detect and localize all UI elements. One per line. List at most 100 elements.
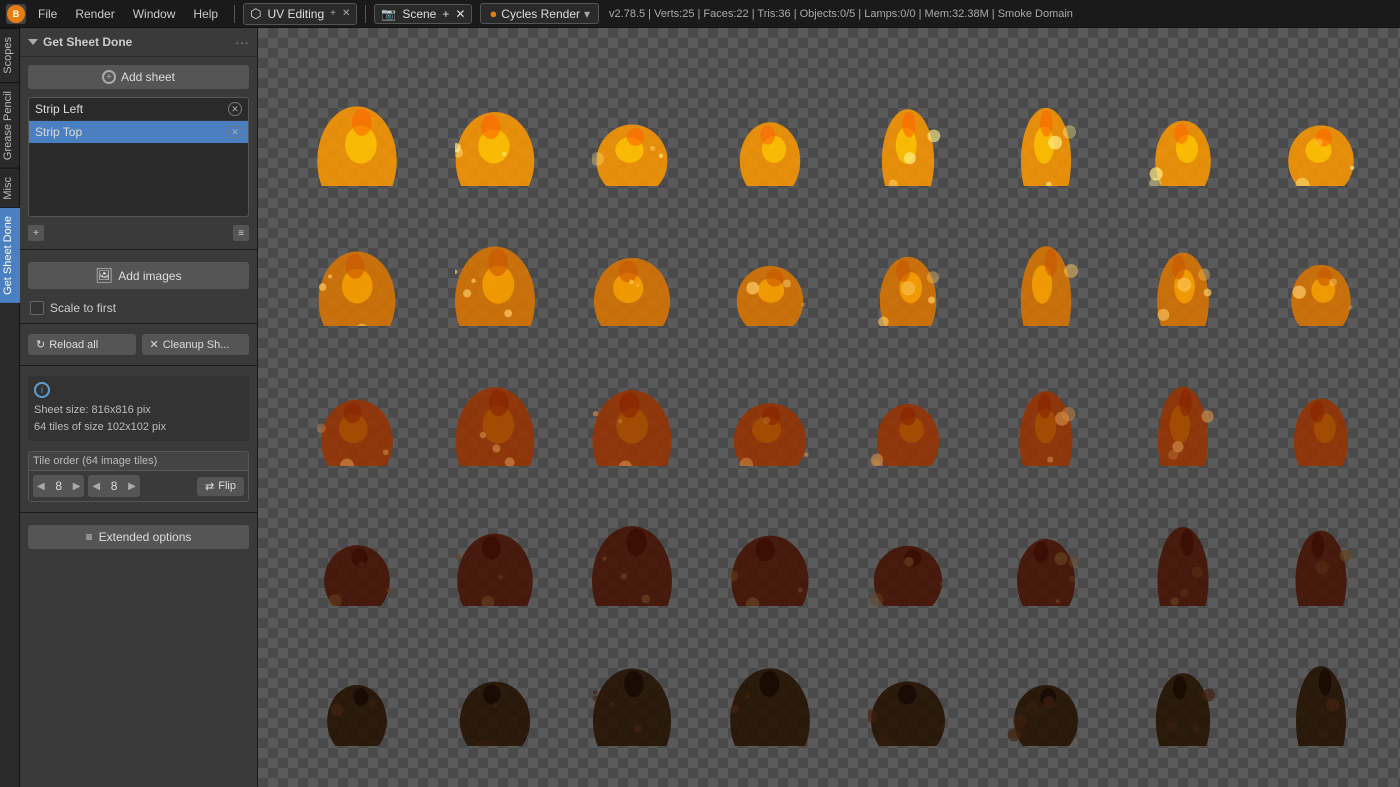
engine-dropdown-icon[interactable]: ▾: [584, 7, 590, 21]
scene-selector[interactable]: 📷 Scene + ✕: [374, 4, 472, 24]
scale-to-first-checkbox[interactable]: [30, 301, 44, 315]
uv-canvas[interactable]: [258, 28, 1400, 787]
flip-button[interactable]: ⇄ Flip: [197, 477, 244, 496]
workspace-selector[interactable]: ⬡ UV Editing + ✕: [243, 3, 357, 25]
tile-rows-increase[interactable]: ▶: [124, 481, 140, 492]
divider-2: [20, 323, 257, 324]
menu-file[interactable]: File: [30, 5, 65, 23]
action-buttons-row: ↻ Reload all ✕ Cleanup Sh...: [28, 334, 249, 355]
tile-cols-field[interactable]: ◀ 8 ▶: [33, 475, 84, 497]
sprite-cell-0-1: [426, 78, 564, 218]
sheet-item-label-1: Strip Top: [35, 125, 224, 139]
sheet-item-strip-top[interactable]: Strip Top ✕: [29, 121, 248, 143]
sheet-item-strip-left[interactable]: Strip Left ✕: [29, 98, 248, 121]
sheet-list-controls: + ≡: [20, 221, 257, 245]
add-sheet-button[interactable]: + Add sheet: [28, 65, 249, 89]
cleanup-button[interactable]: ✕ Cleanup Sh...: [142, 334, 250, 355]
scene-add-icon[interactable]: +: [442, 7, 449, 21]
sprite-cell-2-0: [288, 358, 426, 498]
sheet-size-text: Sheet size: 816x816 pix: [34, 402, 243, 419]
panel-header: Get Sheet Done ···: [20, 28, 257, 57]
sprite-cell-0-6: [1115, 78, 1253, 218]
sprite-cell-4-2: [564, 637, 702, 777]
sprite-cell-0-4: [839, 78, 977, 218]
info-icon: i: [34, 382, 50, 398]
sidebar-item-grease-pencil[interactable]: Grease Pencil: [0, 82, 20, 168]
fire-sprite-1-7: [1281, 246, 1361, 329]
workspace-close-icon[interactable]: ✕: [342, 8, 350, 19]
tiles-info-text: 64 tiles of size 102x102 pix: [34, 419, 243, 436]
sprite-cell-2-7: [1252, 358, 1390, 498]
sprite-cell-1-6: [1115, 218, 1253, 358]
sprite-cell-4-6: [1115, 637, 1253, 777]
sheet-add-small-button[interactable]: +: [28, 225, 44, 241]
divider-3: [20, 365, 257, 366]
sprite-cell-1-7: [1252, 218, 1390, 358]
sprite-cell-4-3: [701, 637, 839, 777]
workspace-icon: ⬡: [250, 6, 261, 22]
sheet-reorder-button[interactable]: ≡: [233, 225, 249, 241]
sheet-list: Strip Left ✕ Strip Top ✕: [28, 97, 249, 217]
fire-sprite-4-2: [592, 666, 672, 749]
left-panel: Get Sheet Done ··· + Add sheet Strip Lef…: [20, 28, 258, 787]
reload-all-label: Reload all: [49, 339, 98, 351]
sprite-cell-1-3: [701, 218, 839, 358]
reload-all-button[interactable]: ↻ Reload all: [28, 334, 136, 355]
topbar-menu: File Render Window Help: [30, 5, 226, 23]
fire-sprite-3-3: [730, 526, 810, 609]
sprite-cell-2-3: [701, 358, 839, 498]
divider-4: [20, 512, 257, 513]
fire-sprite-1-1: [455, 246, 535, 329]
tile-cols-decrease[interactable]: ◀: [33, 481, 49, 492]
tile-rows-value: 8: [104, 479, 124, 493]
menu-render[interactable]: Render: [67, 5, 122, 23]
sprite-cell-0-7: [1252, 78, 1390, 218]
panel-options-icon[interactable]: ···: [235, 34, 249, 50]
fire-sprite-2-6: [1143, 386, 1223, 469]
sprite-cell-4-5: [977, 637, 1115, 777]
status-bar-info: v2.78.5 | Verts:25 | Faces:22 | Tris:36 …: [609, 8, 1073, 20]
workspace-add-icon[interactable]: +: [330, 8, 336, 19]
blender-icon[interactable]: B: [6, 4, 26, 24]
sheet-item-label-0: Strip Left: [35, 102, 224, 116]
engine-icon: ●: [489, 6, 497, 21]
tile-rows-field[interactable]: ◀ 8 ▶: [88, 475, 139, 497]
menu-help[interactable]: Help: [185, 5, 226, 23]
sprite-cell-1-2: [564, 218, 702, 358]
main-area: Scopes Grease Pencil Misc Get Sheet Done…: [0, 28, 1400, 787]
sprite-grid: [288, 78, 1390, 777]
render-engine-selector[interactable]: ● Cycles Render ▾: [480, 3, 599, 24]
sheet-item-close-1[interactable]: ✕: [228, 125, 242, 139]
menu-window[interactable]: Window: [125, 5, 184, 23]
scene-close-icon[interactable]: ✕: [455, 7, 465, 21]
sprite-cell-3-0: [288, 497, 426, 637]
topbar: B File Render Window Help ⬡ UV Editing +…: [0, 0, 1400, 28]
fire-sprite-2-4: [868, 386, 948, 469]
sidebar-item-get-sheet-done[interactable]: Get Sheet Done: [0, 207, 20, 303]
sidebar-item-scopes[interactable]: Scopes: [0, 28, 20, 82]
sprite-cell-2-2: [564, 358, 702, 498]
extended-options-label: Extended options: [99, 530, 192, 544]
flip-label: Flip: [218, 480, 236, 492]
fire-sprite-4-5: [1006, 666, 1086, 749]
tile-cols-value: 8: [49, 479, 69, 493]
tile-cols-increase[interactable]: ▶: [69, 481, 85, 492]
scene-icon: 📷: [381, 7, 396, 21]
panel-collapse-icon[interactable]: [28, 39, 38, 45]
add-sheet-icon: +: [102, 70, 116, 84]
sprite-cell-4-7: [1252, 637, 1390, 777]
add-images-label: Add images: [118, 269, 181, 283]
sheet-item-close-0[interactable]: ✕: [228, 102, 242, 116]
extended-options-button[interactable]: ≡ Extended options: [28, 525, 249, 549]
fire-sprite-0-7: [1281, 106, 1361, 189]
fire-sprite-3-2: [592, 526, 672, 609]
add-images-icon: 🖼: [95, 267, 113, 284]
scene-label: Scene: [402, 7, 436, 21]
add-images-button[interactable]: 🖼 Add images: [28, 262, 249, 289]
fire-sprite-2-5: [1006, 386, 1086, 469]
sidebar-item-misc[interactable]: Misc: [0, 168, 20, 208]
tile-rows-decrease[interactable]: ◀: [88, 481, 104, 492]
extended-options-icon: ≡: [86, 530, 93, 544]
sprite-cell-1-1: [426, 218, 564, 358]
fire-sprite-3-5: [1006, 526, 1086, 609]
